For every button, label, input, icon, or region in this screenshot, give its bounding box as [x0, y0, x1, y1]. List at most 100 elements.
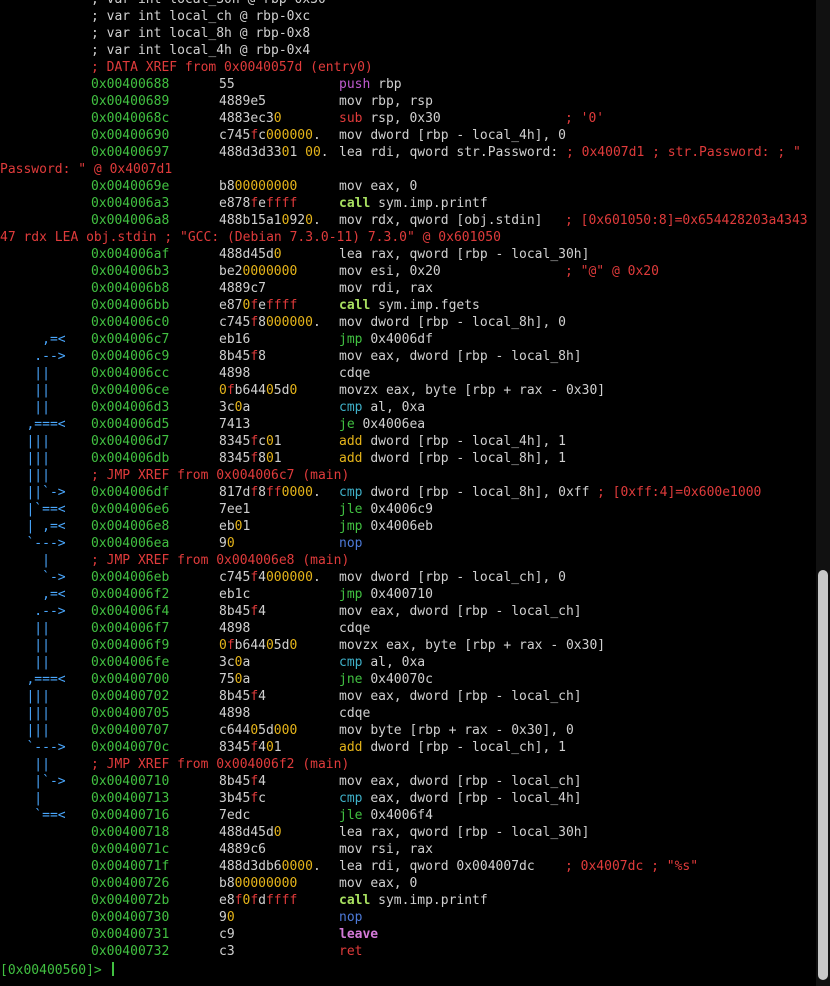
instruction-address[interactable]: 0x004006c7 [91, 331, 169, 348]
instruction-row[interactable]: `-> 0x004006eb c745f4000000. mov dword [rb… [0, 569, 816, 586]
instruction-address[interactable]: 0x0040072b [91, 892, 169, 909]
instruction-row[interactable]: || 0x004006f7 4898 cdqe [0, 620, 816, 637]
instruction-address[interactable]: 0x004006a3 [91, 195, 169, 212]
instruction-address[interactable]: 0x0040069e [91, 178, 169, 195]
instruction-row[interactable]: 0x00400730 90 nop [0, 909, 816, 926]
instruction-row[interactable]: 0x0040068c 4883ec30 sub rsp, 0x30 ; '0' [0, 110, 816, 127]
instruction-row[interactable]: || 0x004006cc 4898 cdqe [0, 365, 816, 382]
instruction-address[interactable]: 0x004006c0 [91, 314, 169, 331]
instruction-row[interactable]: 0x00400726 b800000000 mov eax, 0 [0, 875, 816, 892]
instruction-address[interactable]: 0x004006db [91, 450, 169, 467]
instruction-address[interactable]: 0x0040071c [91, 841, 169, 858]
instruction-address[interactable]: 0x004006d5 [91, 416, 169, 433]
instruction-row[interactable]: ||| 0x004006db 8345f801 add dword [rbp - l… [0, 450, 816, 467]
instruction-address[interactable]: 0x004006e6 [91, 501, 169, 518]
instruction-address[interactable]: 0x004006ce [91, 382, 169, 399]
instruction-address[interactable]: 0x004006b3 [91, 263, 169, 280]
instruction-row[interactable]: 0x0040071c 4889c6 mov rsi, rax [0, 841, 816, 858]
instruction-row[interactable]: `---> 0x0040070c 8345f401 add dword [rbp -… [0, 739, 816, 756]
instruction-address[interactable]: 0x004006f4 [91, 603, 169, 620]
instruction-address[interactable]: 0x00400697 [91, 144, 169, 161]
mnemonic: cmp [339, 485, 363, 500]
instruction-address[interactable]: 0x004006b8 [91, 280, 169, 297]
instruction-row[interactable]: `---> 0x004006ea 90 nop [0, 535, 816, 552]
instruction-address[interactable]: 0x004006bb [91, 297, 169, 314]
instruction-row[interactable]: | 0x00400713 3b45fc cmp eax, dword [rbp - … [0, 790, 816, 807]
instruction-row[interactable]: `==< 0x00400716 7edc jle 0x4006f4 [0, 807, 816, 824]
instruction-address[interactable]: 0x00400702 [91, 688, 169, 705]
instruction-address[interactable]: 0x004006fe [91, 654, 169, 671]
instruction-address[interactable]: 0x00400705 [91, 705, 169, 722]
instruction-address[interactable]: 0x004006eb [91, 569, 169, 586]
instruction-address[interactable]: 0x004006d3 [91, 399, 169, 416]
instruction-row[interactable]: 0x00400688 55 push rbp [0, 76, 816, 93]
instruction-address[interactable]: 0x0040070c [91, 739, 169, 756]
instruction-row[interactable]: .--> 0x004006c9 8b45f8 mov eax, dword [rbp… [0, 348, 816, 365]
instruction-row[interactable]: 0x00400718 488d45d0 lea rax, qword [rbp - … [0, 824, 816, 841]
instruction-address[interactable]: 0x004006ea [91, 535, 169, 552]
instruction-row[interactable]: 0x0040072b e8f0fdffff call sym.imp.printf [0, 892, 816, 909]
instruction-row[interactable]: | ,=< 0x004006e8 eb01 jmp 0x4006eb [0, 518, 816, 535]
instruction-bytes: 488b15a10920. [219, 213, 321, 228]
instruction-address[interactable]: 0x00400732 [91, 943, 169, 960]
instruction-row[interactable]: ||| 0x00400707 c64405d000 mov byte [rbp + … [0, 722, 816, 739]
instruction-row[interactable]: || 0x004006ce 0fb64405d0 movzx eax, byte [… [0, 382, 816, 399]
disassembly-view[interactable]: ; var int local_30h @ rbp-0x30 ; var int… [0, 0, 816, 960]
instruction-address[interactable]: 0x00400713 [91, 790, 169, 807]
instruction-address[interactable]: 0x00400688 [91, 76, 169, 93]
instruction-row[interactable]: ,=< 0x004006c7 eb16 jmp 0x4006df [0, 331, 816, 348]
instruction-row[interactable]: 0x00400689 4889e5 mov rbp, rsp [0, 93, 816, 110]
instruction-row[interactable]: || 0x004006fe 3c0a cmp al, 0xa [0, 654, 816, 671]
instruction-address[interactable]: 0x004006df [91, 484, 169, 501]
instruction-address[interactable]: 0x004006f7 [91, 620, 169, 637]
instruction-row[interactable]: ,===< 0x00400700 750a jne 0x40070c [0, 671, 816, 688]
instruction-row[interactable]: 0x004006bb e870feffff call sym.imp.fgets [0, 297, 816, 314]
instruction-row[interactable]: 0x004006c0 c745f8000000. mov dword [rbp - … [0, 314, 816, 331]
instruction-row[interactable]: ||`-> 0x004006df 817df8ff0000. cmp dword [… [0, 484, 816, 501]
instruction-address[interactable]: 0x0040068c [91, 110, 169, 127]
instruction-row[interactable]: ||| 0x004006d7 8345fc01 add dword [rbp - l… [0, 433, 816, 450]
instruction-row[interactable]: 0x00400732 c3 ret [0, 943, 816, 960]
instruction-address[interactable]: 0x00400689 [91, 93, 169, 110]
instruction-address[interactable]: 0x004006f9 [91, 637, 169, 654]
instruction-row[interactable]: 0x0040071f 488d3db60000. lea rdi, qword 0x… [0, 858, 816, 875]
instruction-row[interactable]: || 0x004006f9 0fb64405d0 movzx eax, byte [… [0, 637, 816, 654]
instruction-address[interactable]: 0x00400731 [91, 926, 169, 943]
instruction-row[interactable]: |`==< 0x004006e6 7ee1 jle 0x4006c9 [0, 501, 816, 518]
instruction-row[interactable]: ||| 0x00400705 4898 cdqe [0, 705, 816, 722]
instruction-address[interactable]: 0x00400726 [91, 875, 169, 892]
instruction-address[interactable]: 0x00400700 [91, 671, 169, 688]
instruction-address[interactable]: 0x004006d7 [91, 433, 169, 450]
instruction-address[interactable]: 0x00400690 [91, 127, 169, 144]
instruction-row[interactable]: 0x00400697 488d3d3301 00. lea rdi, qword s… [0, 144, 816, 161]
instruction-address[interactable]: 0x004006e8 [91, 518, 169, 535]
instruction-row[interactable]: 0x004006a8 488b15a10920. mov rdx, qword [o… [0, 212, 816, 229]
instruction-row[interactable]: |`-> 0x00400710 8b45f4 mov eax, dword [rbp… [0, 773, 816, 790]
instruction-row[interactable]: ||| 0x00400702 8b45f4 mov eax, dword [rbp … [0, 688, 816, 705]
instruction-row[interactable]: 0x004006af 488d45d0 lea rax, qword [rbp - … [0, 246, 816, 263]
instruction-address[interactable]: 0x004006cc [91, 365, 169, 382]
instruction-row[interactable]: || 0x004006d3 3c0a cmp al, 0xa [0, 399, 816, 416]
instruction-row[interactable]: ,===< 0x004006d5 7413 je 0x4006ea [0, 416, 816, 433]
instruction-address[interactable]: 0x00400718 [91, 824, 169, 841]
instruction-row[interactable]: 0x004006b3 be20000000 mov esi, 0x20 ; "@" @… [0, 263, 816, 280]
instruction-address[interactable]: 0x004006c9 [91, 348, 169, 365]
instruction-row[interactable]: 0x00400731 c9 leave [0, 926, 816, 943]
instruction-address[interactable]: 0x004006a8 [91, 212, 169, 229]
scrollbar[interactable] [816, 0, 830, 986]
scrollbar-thumb[interactable] [818, 570, 828, 980]
instruction-row[interactable]: ,=< 0x004006f2 eb1c jmp 0x400710 [0, 586, 816, 603]
instruction-address[interactable]: 0x0040071f [91, 858, 169, 875]
instruction-row[interactable]: 0x0040069e b800000000 mov eax, 0 [0, 178, 816, 195]
instruction-address[interactable]: 0x004006af [91, 246, 169, 263]
instruction-address[interactable]: 0x004006f2 [91, 586, 169, 603]
instruction-row[interactable]: .--> 0x004006f4 8b45f4 mov eax, dword [rbp… [0, 603, 816, 620]
instruction-row[interactable]: 0x004006b8 4889c7 mov rdi, rax [0, 280, 816, 297]
instruction-address[interactable]: 0x00400710 [91, 773, 169, 790]
instruction-address[interactable]: 0x00400730 [91, 909, 169, 926]
instruction-row[interactable]: 0x004006a3 e878feffff call sym.imp.printf [0, 195, 816, 212]
instruction-row[interactable]: 0x00400690 c745fc000000. mov dword [rbp - … [0, 127, 816, 144]
instruction-address[interactable]: 0x00400707 [91, 722, 169, 739]
command-prompt[interactable]: [0x00400560]> [0, 962, 114, 979]
instruction-address[interactable]: 0x00400716 [91, 807, 169, 824]
